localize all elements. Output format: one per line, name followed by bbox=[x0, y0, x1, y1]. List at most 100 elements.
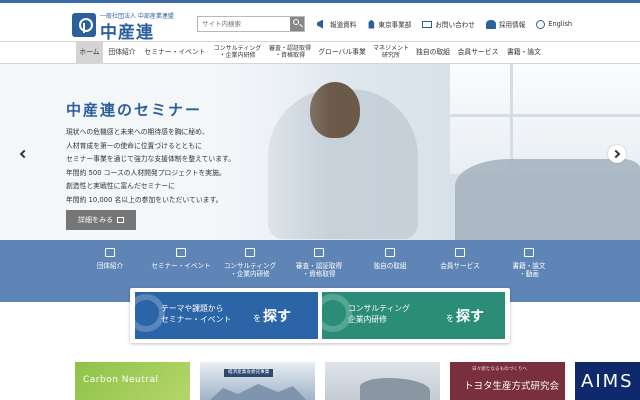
banner-meti-caption: 経済産業省委託事業 bbox=[224, 369, 274, 377]
banner-aims-text: AIMS bbox=[581, 371, 634, 392]
contact-label: お問い合わせ bbox=[435, 21, 475, 29]
tokyo-office-label: 東京事業部 bbox=[378, 21, 412, 29]
nav-home[interactable]: ホーム bbox=[76, 42, 103, 63]
chevron-left-icon bbox=[19, 149, 28, 159]
tokyo-office-link[interactable]: 東京事業部 bbox=[367, 19, 411, 29]
hero-line: 人材育成を第一の使命に位置づけるとともに bbox=[66, 141, 202, 150]
find-seminar-action-label: 探す bbox=[263, 309, 291, 325]
nav-consulting-line2: ・企業内研修 bbox=[219, 51, 256, 59]
site-header: 一般社団法人 中部産業連盟 中産連 報道資料 東京事業部 お問い合わせ 採用情報… bbox=[0, 3, 640, 43]
category-label: 独自の取組 bbox=[373, 262, 407, 270]
card-icon bbox=[455, 248, 465, 257]
category-seminar[interactable]: セミナー・イベント bbox=[143, 248, 219, 288]
megaphone-icon bbox=[317, 19, 323, 29]
find-consulting-line1: コンサルティング bbox=[348, 304, 410, 313]
search-icon bbox=[293, 19, 299, 25]
banner-aims[interactable]: AIMS bbox=[575, 362, 640, 400]
people-icon bbox=[245, 248, 255, 257]
nav-consulting[interactable]: コンサルティング ・企業内研修 bbox=[210, 42, 265, 63]
search-panel: テーマや課題から セミナー・イベント を探す コンサルティング 企業内研修 を探… bbox=[130, 288, 510, 343]
find-seminar-line2: セミナー・イベント bbox=[161, 315, 232, 324]
book-icon bbox=[524, 248, 534, 257]
slider-prev-button[interactable] bbox=[13, 145, 31, 163]
nav-about[interactable]: 団体紹介 bbox=[104, 42, 140, 63]
nav-member-services[interactable]: 会員サービス bbox=[454, 42, 502, 63]
main-nav: ホーム 団体紹介 セミナー・イベント コンサルティング ・企業内研修 審査・認証… bbox=[0, 41, 640, 64]
header-links: 報道資料 東京事業部 お問い合わせ 採用情報 English bbox=[317, 17, 583, 31]
category-books[interactable]: 書籍・論文 ・動画 bbox=[498, 248, 560, 288]
people-icon bbox=[485, 19, 496, 29]
category-initiatives[interactable]: 独自の取組 bbox=[360, 248, 420, 288]
car-image bbox=[360, 378, 430, 400]
document-icon bbox=[314, 248, 324, 257]
nav-global[interactable]: グローバル事業 bbox=[315, 42, 369, 63]
hero-line: 年間約 500 コースの人材開発プロジェクトを実施。 bbox=[66, 168, 226, 177]
english-label: English bbox=[548, 20, 573, 28]
hero-photo-person-right bbox=[455, 159, 640, 240]
nav-initiatives[interactable]: 独自の取組 bbox=[413, 42, 453, 63]
find-consulting-action: を探す bbox=[446, 306, 484, 326]
category-member-services[interactable]: 会員サービス bbox=[430, 248, 490, 288]
search-input[interactable] bbox=[198, 17, 290, 31]
slider-next-button[interactable] bbox=[608, 145, 626, 163]
nav-management-line2: 研究所 bbox=[381, 51, 400, 59]
hero-line: 現状への危機感と未来への期待感を胸に秘め、 bbox=[66, 128, 209, 136]
press-release-link[interactable]: 報道資料 bbox=[317, 19, 356, 29]
category-about[interactable]: 団体紹介 bbox=[80, 248, 140, 288]
site-search bbox=[197, 16, 305, 32]
category-label: 会員サービス bbox=[440, 262, 480, 270]
find-consulting-text: コンサルティング 企業内研修 bbox=[348, 303, 410, 325]
nav-management-institute[interactable]: マネジメント 研究所 bbox=[370, 42, 412, 63]
search-button[interactable] bbox=[290, 17, 304, 31]
logo-mark-icon bbox=[72, 13, 96, 37]
find-seminar-text: テーマや課題から セミナー・イベント bbox=[161, 303, 231, 325]
hero-line: 年間約 10,000 名以上の参加をいただいています。 bbox=[66, 195, 223, 204]
category-label: 団体紹介 bbox=[96, 262, 124, 270]
find-seminar-line1: テーマや課題から bbox=[161, 304, 224, 313]
hero-line: 創造性と実戦性に富んだセミナーに bbox=[66, 182, 175, 190]
hero-title: 中産連のセミナー bbox=[66, 101, 203, 119]
find-consulting-line2: 企業内研修 bbox=[348, 315, 387, 324]
nav-certification[interactable]: 審査・認証取得 ・資格取得 bbox=[266, 42, 314, 63]
category-label-line2: ・動画 bbox=[519, 269, 539, 278]
nav-seminar[interactable]: セミナー・イベント bbox=[141, 42, 209, 63]
category-label: セミナー・イベント bbox=[151, 262, 211, 270]
logo-title: 中産連 bbox=[100, 23, 154, 43]
category-consulting[interactable]: コンサルティング ・企業内研修 bbox=[217, 248, 283, 288]
hero-line: セミナー事業を通じて強力な支援体制を整えています。 bbox=[66, 155, 235, 163]
external-link-icon bbox=[117, 217, 124, 223]
banner-carbon-text: Carbon Neutral bbox=[83, 375, 159, 385]
contact-link[interactable]: お問い合わせ bbox=[422, 19, 475, 29]
banner-toyota-title: トヨタ生産方式研究会 bbox=[464, 381, 560, 392]
hero-detail-label: 詳細をみる bbox=[78, 216, 113, 224]
category-label-line2: ・企業内研修 bbox=[230, 269, 270, 278]
banner-toyota-production[interactable]: 日々新たなるものづくりへ トヨタ生産方式研究会 bbox=[450, 362, 565, 400]
banner-toyota-tagline: 日々新たなるものづくりへ bbox=[472, 367, 528, 372]
recruit-label: 採用情報 bbox=[498, 21, 526, 29]
nav-certification-line2: ・資格取得 bbox=[274, 51, 305, 59]
hero-detail-button[interactable]: 詳細をみる bbox=[66, 210, 136, 230]
english-link[interactable]: English bbox=[536, 19, 573, 29]
banner-car[interactable] bbox=[325, 362, 440, 400]
category-label-line2: ・資格取得 bbox=[302, 269, 336, 278]
find-consulting-action-label: 探す bbox=[456, 309, 484, 325]
find-consulting-button[interactable]: コンサルティング 企業内研修 を探す bbox=[322, 292, 505, 339]
lightbulb-icon bbox=[385, 248, 395, 257]
banner-carbon-neutral[interactable]: Carbon Neutral bbox=[75, 362, 190, 400]
find-seminar-button[interactable]: テーマや課題から セミナー・イベント を探す bbox=[135, 292, 318, 339]
globe-icon bbox=[536, 19, 546, 29]
mail-icon bbox=[422, 20, 433, 28]
chevron-right-icon bbox=[611, 149, 620, 159]
site-logo[interactable]: 一般社団法人 中部産業連盟 中産連 bbox=[72, 8, 174, 43]
building-icon bbox=[105, 248, 115, 257]
banner-meti[interactable]: 経済産業省委託事業 bbox=[200, 362, 315, 400]
category-certification[interactable]: 審査・認証取得 ・資格取得 bbox=[289, 248, 349, 288]
hero-description: 現状への危機感と未来への期待感を胸に秘め、 人材育成を第一の使命に位置づけるとと… bbox=[66, 126, 296, 207]
find-consulting-particle: を bbox=[446, 314, 454, 323]
find-seminar-action: を探す bbox=[253, 306, 291, 326]
presentation-icon bbox=[176, 248, 186, 257]
nav-books[interactable]: 書籍・論文 bbox=[503, 42, 545, 63]
find-seminar-particle: を bbox=[253, 314, 261, 323]
press-release-label: 報道資料 bbox=[330, 21, 357, 29]
recruit-link[interactable]: 採用情報 bbox=[485, 19, 526, 29]
